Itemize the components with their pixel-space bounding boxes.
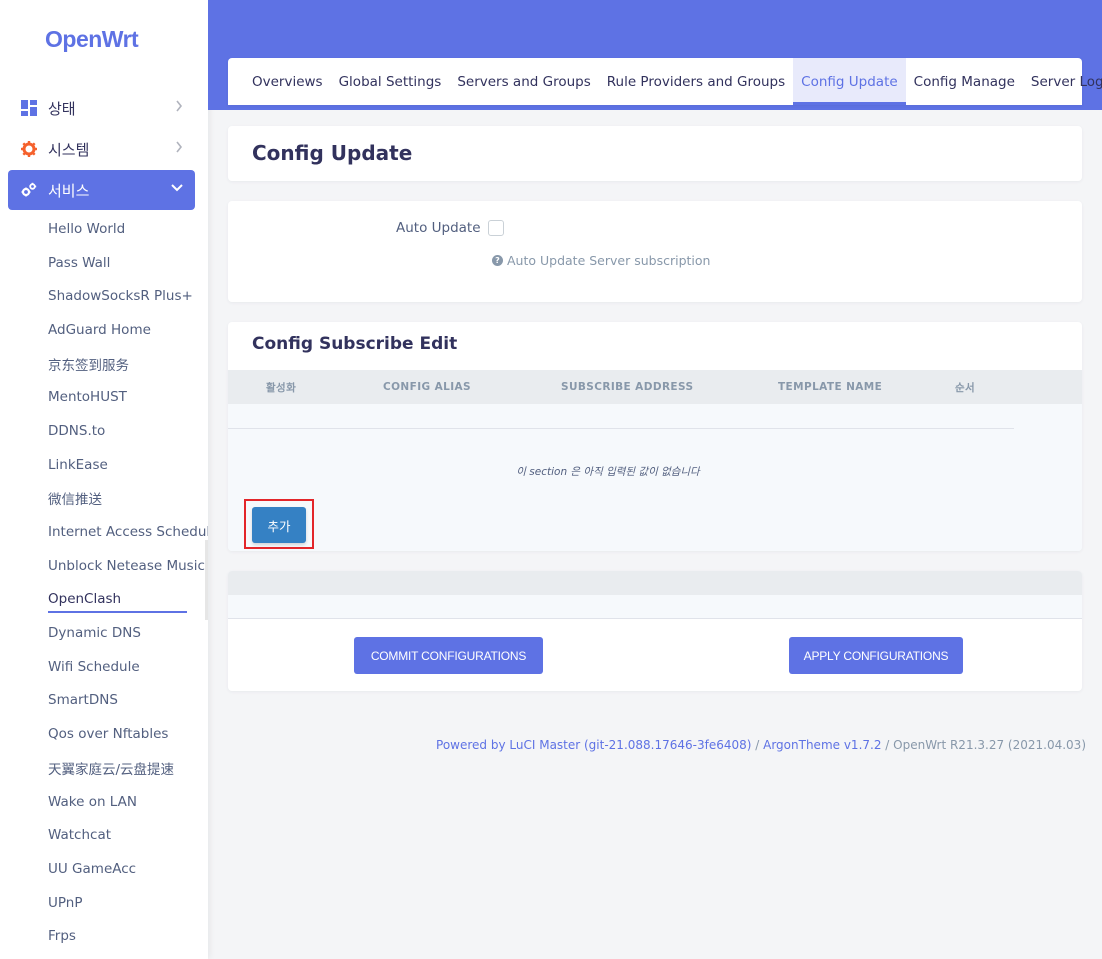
brand-logo[interactable]: OpenWrt: [45, 26, 139, 53]
auto-update-help: ? Auto Update Server subscription: [492, 253, 710, 268]
auto-update-label: Auto Update: [396, 220, 481, 236]
sidebar-item-watchcat[interactable]: Watchcat: [48, 818, 208, 852]
sidebar-item-shadowsocksr-plus[interactable]: ShadowSocksR Plus+: [48, 279, 208, 313]
openwrt-version: OpenWrt R21.3.27 (2021.04.03): [893, 738, 1086, 752]
sidebar-item-ddns-to[interactable]: DDNS.to: [48, 414, 208, 448]
chevron-down-icon: [171, 182, 183, 197]
column-enable: 활성화: [266, 381, 297, 394]
sidebar-item-wifi-schedule[interactable]: Wifi Schedule: [48, 650, 208, 684]
empty-message: 이 section 은 아직 입력된 값이 없습니다: [516, 466, 700, 478]
sidebar-scrollbar[interactable]: [205, 540, 208, 620]
apply-configurations-button[interactable]: APPLY CONFIGURATIONS: [789, 637, 963, 674]
chevron-right-icon: [175, 141, 183, 157]
tab-server-logs[interactable]: Server Logs: [1023, 58, 1102, 105]
dashboard-icon: [20, 99, 38, 117]
footer-separator: /: [751, 738, 764, 752]
page-title-card: Config Update: [228, 126, 1082, 181]
subscribe-edit-title: Config Subscribe Edit: [252, 334, 458, 354]
page-title: Config Update: [252, 141, 413, 165]
sidebar-item-dynamic-dns[interactable]: Dynamic DNS: [48, 616, 208, 650]
table-body: 이 section 은 아직 입력된 값이 없습니다 추가: [228, 404, 1082, 551]
sidebar-item-wechat-push[interactable]: 微信推送: [48, 482, 208, 516]
luci-link[interactable]: Powered by LuCI Master (git-21.088.17646…: [436, 738, 751, 752]
sidebar-item-pass-wall[interactable]: Pass Wall: [48, 246, 208, 280]
sidebar-item-uu-gameacc[interactable]: UU GameAcc: [48, 852, 208, 886]
column-order: 순서: [955, 381, 976, 394]
menu-item-services[interactable]: 서비스: [8, 170, 195, 210]
sidebar-item-internet-access-schedule[interactable]: Internet Access Schedule: [48, 515, 208, 549]
sidebar-item-mentohust[interactable]: MentoHUST: [48, 380, 208, 414]
question-icon: ?: [492, 255, 503, 266]
sidebar-item-adguard-home[interactable]: AdGuard Home: [48, 313, 208, 347]
table-header: 활성화 CONFIG ALIAS SUBSCRIBE ADDRESS TEMPL…: [228, 370, 1082, 404]
menu-item-status[interactable]: 상태: [8, 88, 195, 128]
menu-item-system[interactable]: 시스템: [8, 129, 195, 169]
argon-theme-link[interactable]: ArgonTheme v1.7.2: [763, 738, 881, 752]
auto-update-help-text: Auto Update Server subscription: [507, 253, 711, 268]
sidebar-item-upnp[interactable]: UPnP: [48, 886, 208, 920]
sidebar-item-openclash[interactable]: OpenClash: [48, 583, 208, 617]
sidebar-item-linkease[interactable]: LinkEase: [48, 448, 208, 482]
auto-update-card: Auto Update ? Auto Update Server subscri…: [228, 201, 1082, 302]
sidebar-item-wake-on-lan[interactable]: Wake on LAN: [48, 785, 208, 819]
sidebar-item-qos-nftables[interactable]: Qos over Nftables: [48, 717, 208, 751]
auto-update-checkbox[interactable]: [488, 220, 504, 236]
gear-icon: [20, 140, 38, 158]
footer: Powered by LuCI Master (git-21.088.17646…: [436, 738, 1086, 752]
column-subscribe-address: SUBSCRIBE ADDRESS: [561, 381, 694, 393]
gears-icon: [20, 181, 38, 199]
sidebar-item-hello-world[interactable]: Hello World: [48, 212, 208, 246]
actions-bar: [228, 571, 1082, 595]
services-submenu: Hello World Pass Wall ShadowSocksR Plus+…: [48, 212, 208, 953]
chevron-right-icon: [175, 100, 183, 116]
commit-configurations-button[interactable]: COMMIT CONFIGURATIONS: [354, 637, 543, 674]
actions-card: COMMIT CONFIGURATIONS APPLY CONFIGURATIO…: [228, 571, 1082, 691]
tab-servers-and-groups[interactable]: Servers and Groups: [449, 58, 598, 105]
actions-bar-lower: [228, 595, 1082, 619]
add-button-highlight: 추가: [244, 499, 314, 549]
menu-item-label: 서비스: [48, 181, 90, 200]
tab-overviews[interactable]: Overviews: [244, 58, 331, 105]
add-button[interactable]: 추가: [252, 507, 306, 543]
menu-item-label: 상태: [48, 99, 76, 118]
sidebar-item-unblock-netease-music[interactable]: Unblock Netease Music: [48, 549, 208, 583]
tab-config-update[interactable]: Config Update: [793, 58, 906, 105]
subscribe-edit-card: Config Subscribe Edit 활성화 CONFIG ALIAS S…: [228, 322, 1082, 551]
sidebar-item-smartdns[interactable]: SmartDNS: [48, 684, 208, 718]
table-divider: [228, 428, 1014, 429]
main-menu: 상태 시스템 서비스: [8, 88, 195, 211]
sidebar-item-jd-checkin[interactable]: 京东签到服务: [48, 347, 208, 381]
menu-item-label: 시스템: [48, 140, 90, 159]
footer-separator: /: [881, 738, 894, 752]
sidebar: OpenWrt 상태 시스템 서비스 Hello World Pass Wall…: [0, 0, 208, 959]
tab-global-settings[interactable]: Global Settings: [331, 58, 450, 105]
sidebar-item-frps[interactable]: Frps: [48, 919, 208, 953]
column-template-name: TEMPLATE NAME: [778, 381, 883, 393]
sidebar-item-tianyi-cloud[interactable]: 天翼家庭云/云盘提速: [48, 751, 208, 785]
tab-bar: Overviews Global Settings Servers and Gr…: [228, 58, 1102, 105]
column-config-alias: CONFIG ALIAS: [383, 381, 471, 393]
tab-rule-providers[interactable]: Rule Providers and Groups: [599, 58, 793, 105]
tab-config-manage[interactable]: Config Manage: [906, 58, 1023, 105]
